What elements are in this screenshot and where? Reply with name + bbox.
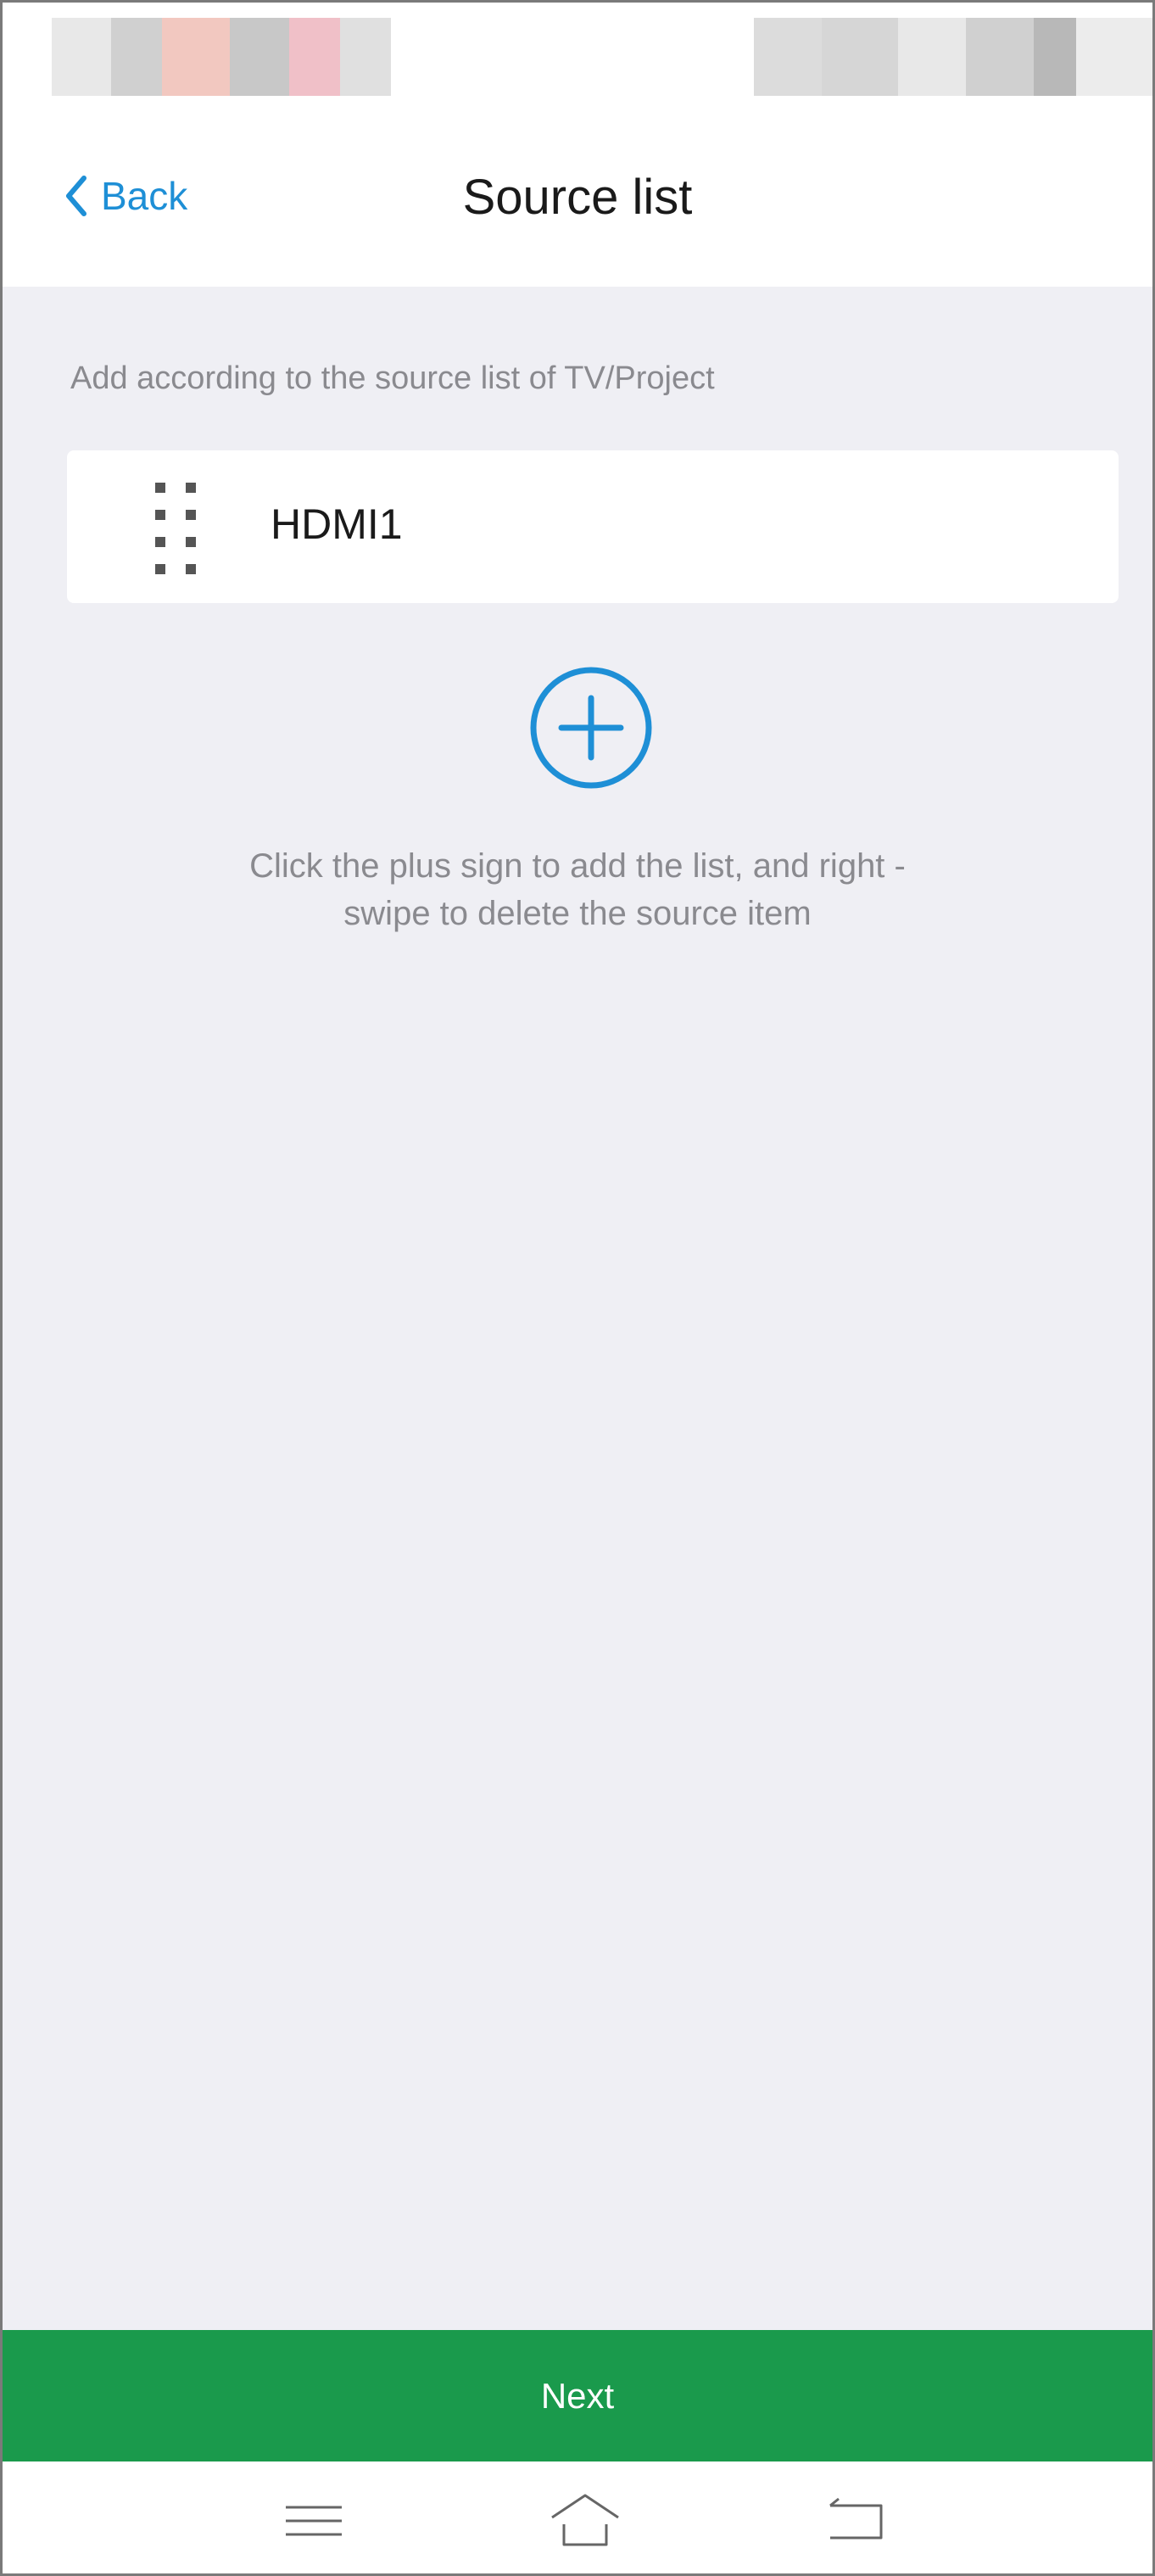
add-delete-hint-line-2: swipe to delete the source item xyxy=(343,895,812,932)
source-item-name: HDMI1 xyxy=(271,500,403,548)
nav-bar: Back Source list xyxy=(3,96,1152,287)
status-bar-right-blurred xyxy=(754,18,1152,96)
status-bar xyxy=(3,3,1152,96)
home-icon xyxy=(551,2494,619,2546)
page-title: Source list xyxy=(462,170,693,225)
system-nav-bar xyxy=(3,2461,1152,2573)
system-home-button[interactable] xyxy=(547,2487,623,2555)
add-source-button[interactable] xyxy=(527,664,655,791)
add-delete-hint: Click the plus sign to add the list, and… xyxy=(3,842,1152,937)
source-list-item[interactable]: HDMI1 xyxy=(67,450,1119,603)
return-icon xyxy=(829,2497,883,2540)
screen: Back Source list Add according to the so… xyxy=(0,0,1155,2576)
menu-icon xyxy=(286,2506,342,2536)
next-button[interactable]: Next xyxy=(3,2330,1152,2461)
status-bar-left-blurred xyxy=(52,18,391,96)
add-delete-hint-line-1: Click the plus sign to add the list, and… xyxy=(249,847,906,885)
source-list-hint: Add according to the source list of TV/P… xyxy=(70,360,715,396)
system-back-button[interactable] xyxy=(818,2487,895,2555)
system-menu-button[interactable] xyxy=(276,2487,352,2555)
plus-circle-icon xyxy=(530,667,652,789)
drag-handle-icon[interactable] xyxy=(152,483,203,574)
